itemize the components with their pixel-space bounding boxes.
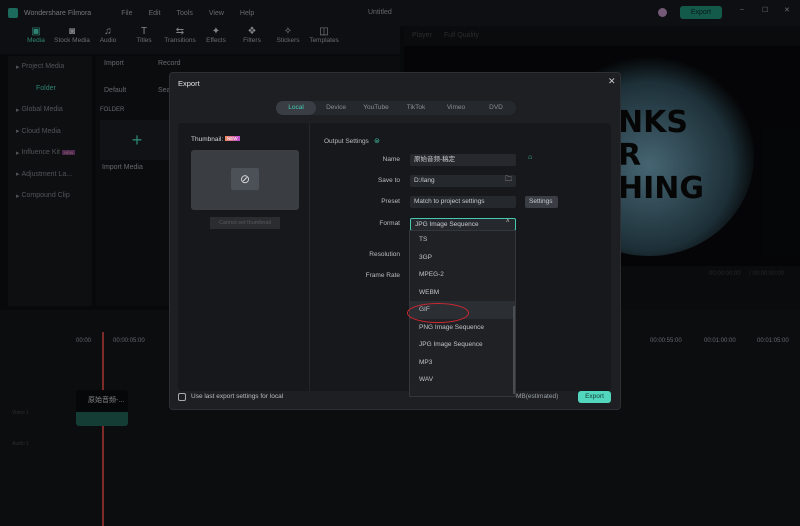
new-badge: NEW (225, 136, 240, 141)
format-option-webm[interactable]: WEBM (410, 284, 515, 302)
resolution-label: Resolution (369, 251, 400, 258)
settings-button[interactable]: Settings (525, 196, 558, 208)
name-input[interactable]: 原始音频-稿定 (410, 154, 516, 166)
format-option-ts[interactable]: TS (410, 231, 515, 249)
use-last-settings-checkbox[interactable] (178, 393, 186, 401)
export-panel: Thumbnail: NEW ⊘ Cannot set thumbnail Ou… (178, 123, 611, 391)
tab-tiktok[interactable]: TikTok (396, 101, 436, 115)
tab-youtube[interactable]: YouTube (356, 101, 396, 115)
dialog-title: Export (178, 79, 200, 88)
thumbnail-label: Thumbnail: (191, 136, 224, 143)
format-option-wav[interactable]: WAV (410, 371, 515, 389)
tab-dvd[interactable]: DVD (476, 101, 516, 115)
frame-rate-label: Frame Rate (365, 272, 400, 279)
format-option-3gp[interactable]: 3GP (410, 249, 515, 267)
thumbnail-preview: ⊘ (191, 150, 299, 210)
ai-rename-icon[interactable]: ⌂ (528, 154, 532, 161)
export-dialog: Export ✕ Local Device YouTube TikTok Vim… (169, 72, 621, 410)
format-option-mpeg2[interactable]: MPEG-2 (410, 266, 515, 284)
dialog-close-icon[interactable]: ✕ (608, 76, 616, 87)
tab-device[interactable]: Device (316, 101, 356, 115)
format-label: Format (379, 220, 400, 227)
dropdown-scrollbar[interactable] (513, 306, 515, 394)
save-to-label: Save to (377, 177, 400, 184)
chevron-up-icon: ˄ (506, 219, 510, 225)
save-to-input[interactable]: D:/lang (410, 175, 516, 187)
preset-dropdown[interactable]: Match to project settings (410, 196, 516, 208)
folder-icon[interactable]: 🗀 (505, 175, 512, 186)
use-last-settings-label: Use last export settings for local (191, 393, 284, 400)
name-label: Name (382, 156, 400, 163)
export-tabs: Local Device YouTube TikTok Vimeo DVD (276, 101, 516, 115)
no-thumbnail-icon: ⊘ (231, 168, 259, 190)
format-option-mp3[interactable]: MP3 (410, 354, 515, 372)
preset-label: Preset (381, 198, 400, 205)
output-settings-label: Output Settings (324, 138, 369, 145)
cannot-set-thumbnail-button[interactable]: Cannot set thumbnail (210, 217, 280, 229)
tab-local[interactable]: Local (276, 101, 316, 115)
format-option-jpg-sequence[interactable]: JPG Image Sequence (410, 336, 515, 354)
export-button[interactable]: Export (578, 391, 611, 403)
estimated-size: MB(estimated) (516, 393, 559, 400)
gif-highlight-ellipse (407, 303, 469, 323)
tab-vimeo[interactable]: Vimeo (436, 101, 476, 115)
settings-info-icon[interactable]: ⊜ (374, 137, 380, 145)
